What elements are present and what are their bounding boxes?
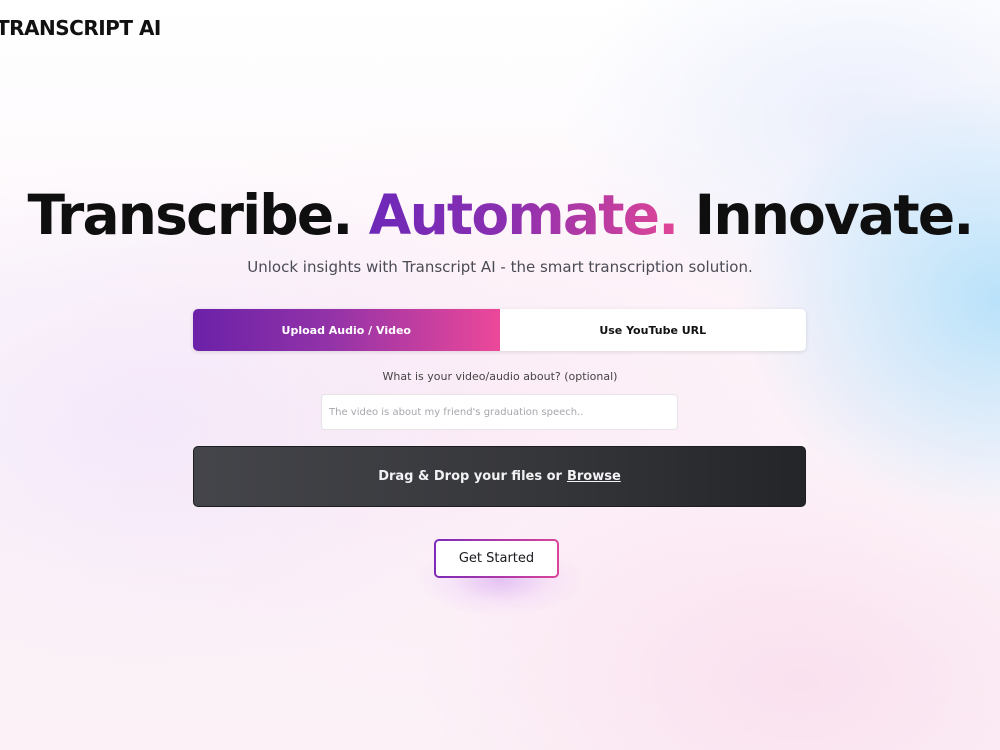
- brand-logo[interactable]: TRANSCRIPT AI: [0, 16, 161, 40]
- file-dropzone[interactable]: Drag & Drop your files or Browse: [193, 446, 806, 507]
- input-mode-tabs: Upload Audio / Video Use YouTube URL: [193, 309, 806, 351]
- tab-youtube-url[interactable]: Use YouTube URL: [499, 309, 806, 351]
- hero-headline: Transcribe. Automate. Innovate.: [0, 183, 1000, 247]
- tab-upload-audio-video[interactable]: Upload Audio / Video: [193, 309, 500, 351]
- hero-word-automate: Automate.: [368, 183, 679, 247]
- dropzone-text: Drag & Drop your files or: [378, 469, 562, 484]
- hero-word-transcribe: Transcribe.: [27, 183, 353, 247]
- about-question-label: What is your video/audio about? (optiona…: [382, 370, 618, 383]
- hero-subtitle: Unlock insights with Transcript AI - the…: [247, 258, 753, 276]
- about-description-input[interactable]: [321, 394, 678, 430]
- browse-link[interactable]: Browse: [567, 469, 621, 484]
- get-started-button[interactable]: Get Started: [434, 539, 559, 578]
- hero-word-innovate: Innovate.: [694, 183, 975, 247]
